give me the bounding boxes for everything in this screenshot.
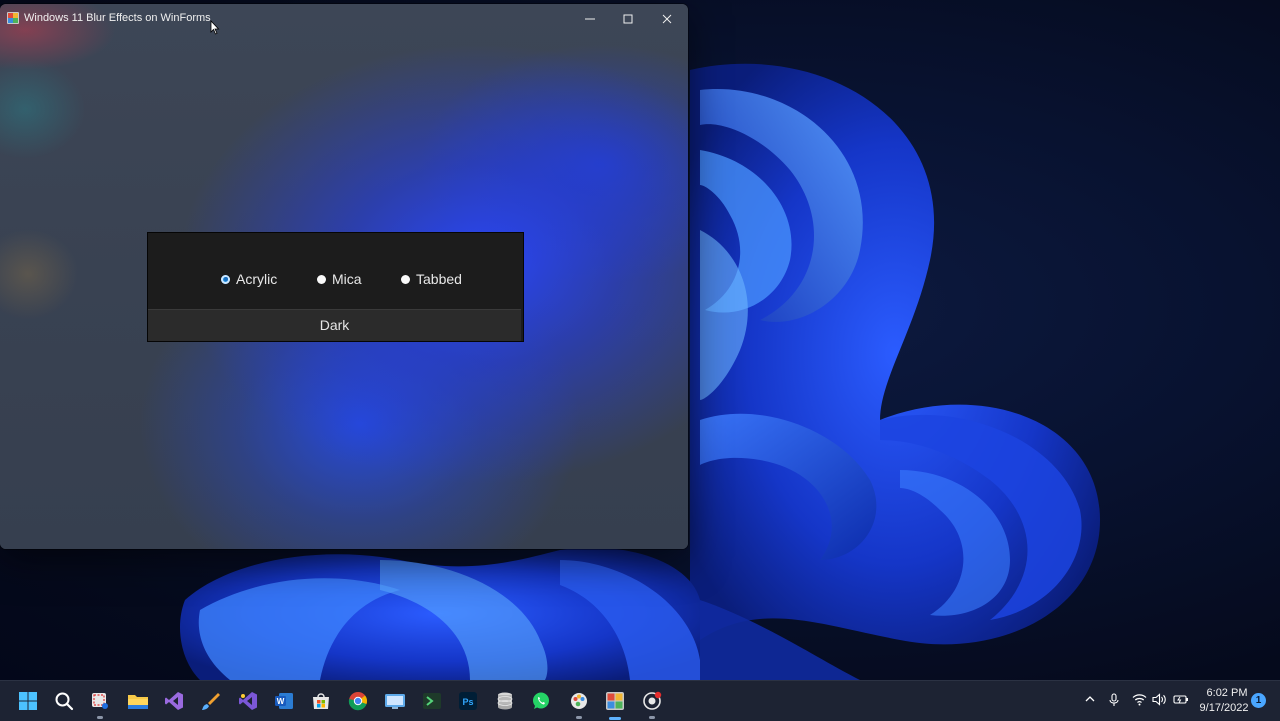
radio-tabbed-label: Tabbed (416, 271, 462, 287)
visual-studio-icon[interactable] (162, 689, 186, 713)
microphone-icon[interactable] (1108, 693, 1120, 707)
snipping-tool-icon[interactable] (88, 689, 112, 719)
terminal-icon[interactable] (420, 689, 444, 713)
clock-date[interactable]: 9/17/2022 (1198, 702, 1250, 714)
minimize-icon (585, 18, 595, 20)
window-title: Windows 11 Blur Effects on WinForms (24, 12, 211, 24)
maximize-icon (623, 14, 633, 24)
visual-studio-preview-icon[interactable] (236, 689, 260, 713)
radio-unchecked-icon (317, 274, 326, 284)
app-window: Windows 11 Blur Effects on WinForms Acry… (0, 4, 688, 549)
windows-start-icon[interactable] (16, 689, 40, 713)
mouse-cursor-icon (210, 20, 220, 35)
recorder-icon[interactable] (640, 689, 664, 719)
volume-icon[interactable] (1152, 693, 1167, 706)
radio-tabbed[interactable]: Tabbed (401, 269, 462, 289)
radio-unchecked-icon (401, 274, 410, 284)
effect-panel: Acrylic Mica Tabbed Dark (147, 232, 524, 342)
running-indicator (649, 716, 655, 719)
photoshop-icon[interactable]: Ps (456, 689, 480, 713)
dark-theme-button[interactable]: Dark (148, 309, 521, 341)
winforms-app-icon[interactable] (603, 689, 627, 720)
microsoft-store-icon[interactable] (309, 689, 333, 713)
svg-text:W: W (277, 697, 285, 706)
radio-checked-icon (221, 274, 230, 284)
close-button[interactable] (648, 4, 686, 34)
wifi-icon[interactable] (1132, 693, 1147, 706)
running-indicator (576, 716, 582, 719)
file-explorer-icon[interactable] (126, 689, 150, 713)
search-icon[interactable] (52, 689, 76, 713)
word-icon[interactable]: W (272, 689, 296, 713)
notification-badge[interactable]: 1 (1251, 693, 1266, 708)
svg-text:Ps: Ps (462, 697, 473, 707)
minimize-button[interactable] (571, 4, 609, 34)
radio-acrylic-label: Acrylic (236, 271, 278, 287)
paint-brush-icon[interactable] (199, 689, 223, 713)
app-icon (7, 12, 19, 24)
radio-mica[interactable]: Mica (317, 269, 362, 289)
database-icon[interactable] (493, 689, 517, 713)
maximize-button[interactable] (609, 4, 647, 34)
radio-acrylic[interactable]: Acrylic (221, 269, 277, 289)
paint-app-icon[interactable] (567, 689, 591, 719)
whatsapp-icon[interactable] (529, 689, 553, 713)
taskbar: W Ps 6:02 PM 9/17/2022 1 (0, 680, 1280, 721)
chrome-icon[interactable] (346, 689, 370, 713)
close-icon (662, 14, 672, 24)
running-indicator (97, 716, 103, 719)
chevron-up-icon[interactable] (1084, 693, 1096, 705)
remote-desktop-icon[interactable] (383, 689, 407, 713)
battery-icon[interactable] (1173, 693, 1189, 706)
radio-mica-label: Mica (332, 271, 362, 287)
title-bar[interactable]: Windows 11 Blur Effects on WinForms (0, 4, 688, 34)
clock-time[interactable]: 6:02 PM (1204, 687, 1250, 699)
